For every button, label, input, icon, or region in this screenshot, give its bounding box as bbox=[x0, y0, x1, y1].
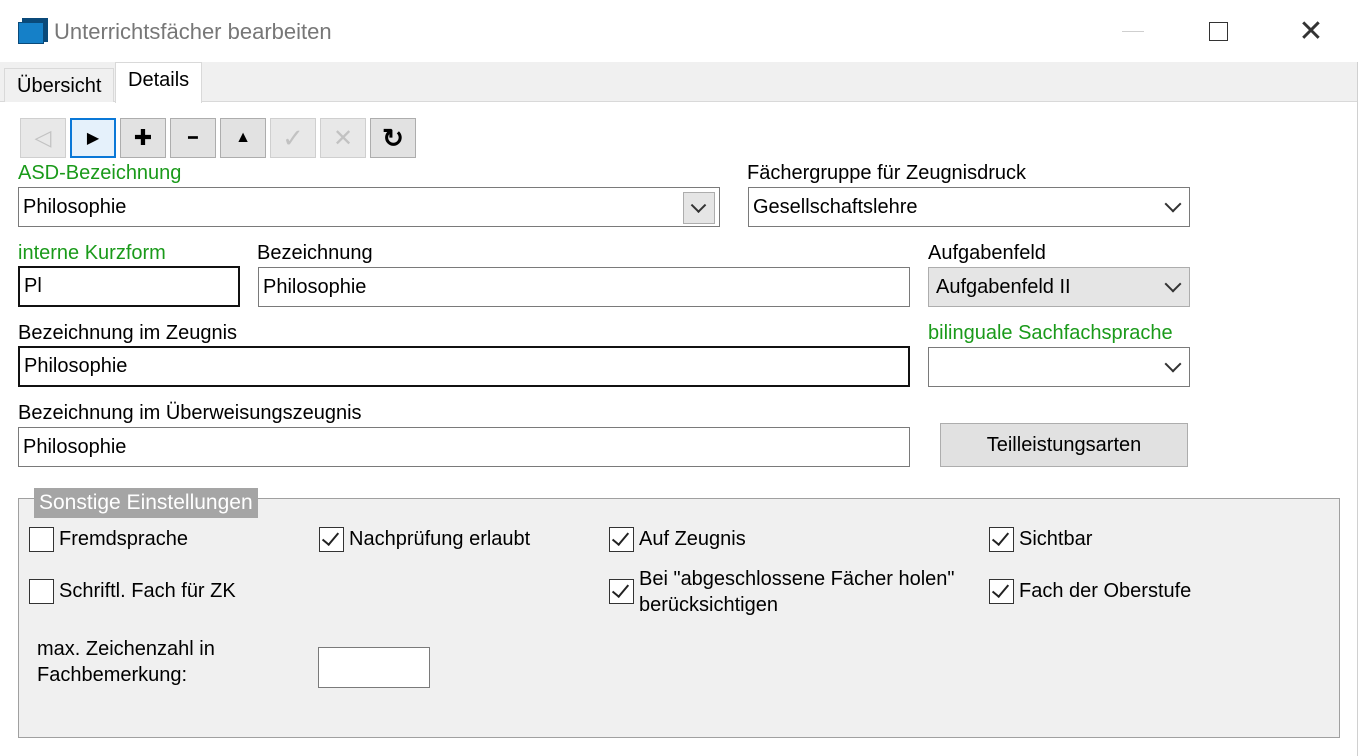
fremdsprache-checkbox[interactable] bbox=[29, 527, 54, 552]
first-record-button[interactable]: ◁ bbox=[20, 118, 66, 158]
minimize-button[interactable] bbox=[1110, 8, 1156, 54]
cancel-button[interactable]: ✕ bbox=[320, 118, 366, 158]
zeugnis-input[interactable]: Philosophie bbox=[18, 346, 910, 387]
oberstufe-label: Fach der Oberstufe bbox=[1019, 580, 1192, 602]
schriftl-checkbox[interactable] bbox=[29, 579, 54, 604]
minimize-icon bbox=[1122, 30, 1144, 32]
refresh-icon: ↻ bbox=[382, 122, 404, 153]
schriftl-label: Schriftl. Fach für ZK bbox=[59, 580, 236, 602]
group-title: Sonstige Einstellungen bbox=[34, 488, 258, 518]
cross-icon: ✕ bbox=[332, 124, 354, 152]
sichtbar-label: Sichtbar bbox=[1019, 528, 1093, 550]
triangle-left-icon: ◁ bbox=[34, 125, 52, 150]
play-icon: ▶ bbox=[86, 130, 100, 147]
abgeschlossen-label-line2: berücksichtigen bbox=[639, 594, 778, 616]
kurzform-label: interne Kurzform bbox=[18, 242, 166, 264]
maximize-button[interactable] bbox=[1195, 8, 1241, 54]
fremdsprache-label: Fremdsprache bbox=[59, 528, 188, 550]
close-button[interactable]: ✕ bbox=[1288, 8, 1334, 54]
move-up-button[interactable]: ▲ bbox=[220, 118, 266, 158]
aufgabenfeld-select[interactable]: Aufgabenfeld II bbox=[928, 267, 1190, 307]
window-title: Unterrichtsfächer bearbeiten bbox=[54, 19, 332, 44]
refresh-button[interactable]: ↻ bbox=[370, 118, 416, 158]
add-button[interactable]: ✚ bbox=[120, 118, 166, 158]
kurzform-value: Pl bbox=[24, 275, 42, 297]
bilingual-label: bilinguale Sachfachsprache bbox=[928, 322, 1173, 344]
aufgabenfeld-value: Aufgabenfeld II bbox=[936, 275, 1071, 298]
asd-value: Philosophie bbox=[23, 195, 127, 218]
oberstufe-checkbox[interactable] bbox=[989, 579, 1014, 604]
sichtbar-checkbox[interactable] bbox=[989, 527, 1014, 552]
ueberweisung-input[interactable]: Philosophie bbox=[18, 427, 910, 467]
plus-icon: ✚ bbox=[133, 125, 153, 150]
faechergruppe-select[interactable]: Gesellschaftslehre bbox=[748, 187, 1190, 227]
tab-details[interactable]: Details bbox=[115, 62, 203, 103]
auf-zeugnis-checkbox[interactable] bbox=[609, 527, 634, 552]
max-zeichen-label-line1: max. Zeichenzahl in bbox=[37, 638, 215, 660]
max-zeichen-input[interactable] bbox=[318, 647, 430, 688]
delete-button[interactable]: ━ bbox=[170, 118, 216, 158]
window-border bbox=[1357, 62, 1361, 756]
asd-combobox[interactable]: Philosophie bbox=[18, 187, 720, 227]
abgeschlossen-checkbox[interactable] bbox=[609, 579, 634, 604]
kurzform-input[interactable]: Pl bbox=[18, 266, 240, 307]
nachpruefung-label: Nachprüfung erlaubt bbox=[349, 528, 531, 550]
save-button[interactable]: ✓ bbox=[270, 118, 316, 158]
ueberweisung-label: Bezeichnung im Überweisungszeugnis bbox=[18, 402, 362, 424]
max-zeichen-label-line2: Fachbemerkung: bbox=[37, 664, 188, 686]
tab-uebersicht[interactable]: Übersicht bbox=[4, 68, 115, 102]
bezeichnung-label: Bezeichnung bbox=[257, 242, 373, 264]
faechergruppe-label: Fächergruppe für Zeugnisdruck bbox=[747, 162, 1027, 184]
next-record-button[interactable]: ▶ bbox=[70, 118, 116, 158]
checkmark-icon: ✓ bbox=[282, 122, 304, 153]
bezeichnung-value: Philosophie bbox=[263, 275, 367, 298]
app-icon bbox=[18, 18, 48, 44]
teilleistungsarten-button[interactable]: Teilleistungsarten bbox=[940, 423, 1188, 467]
zeugnis-label: Bezeichnung im Zeugnis bbox=[18, 322, 238, 344]
chevron-down-icon bbox=[1164, 195, 1182, 213]
maximize-icon bbox=[1208, 21, 1228, 41]
bilingual-select[interactable] bbox=[928, 347, 1190, 387]
asd-label: ASD-Bezeichnung bbox=[18, 162, 182, 184]
abgeschlossen-label-line1: Bei "abgeschlossene Fächer holen" bbox=[639, 568, 955, 590]
chevron-down-icon bbox=[1164, 355, 1182, 373]
close-icon: ✕ bbox=[1298, 14, 1324, 48]
auf-zeugnis-label: Auf Zeugnis bbox=[639, 528, 746, 550]
bezeichnung-input[interactable]: Philosophie bbox=[258, 267, 910, 307]
chevron-down-icon bbox=[1164, 275, 1182, 293]
asd-dropdown-button[interactable] bbox=[683, 192, 715, 224]
aufgabenfeld-label: Aufgabenfeld bbox=[928, 242, 1046, 264]
zeugnis-value: Philosophie bbox=[24, 355, 128, 377]
faechergruppe-value: Gesellschaftslehre bbox=[753, 195, 918, 218]
ueberweisung-value: Philosophie bbox=[23, 435, 127, 458]
nachpruefung-checkbox[interactable] bbox=[319, 527, 344, 552]
chevron-down-icon bbox=[690, 197, 707, 214]
minus-icon: ━ bbox=[188, 130, 198, 147]
tab-strip bbox=[0, 62, 1361, 102]
triangle-up-icon: ▲ bbox=[235, 129, 251, 146]
